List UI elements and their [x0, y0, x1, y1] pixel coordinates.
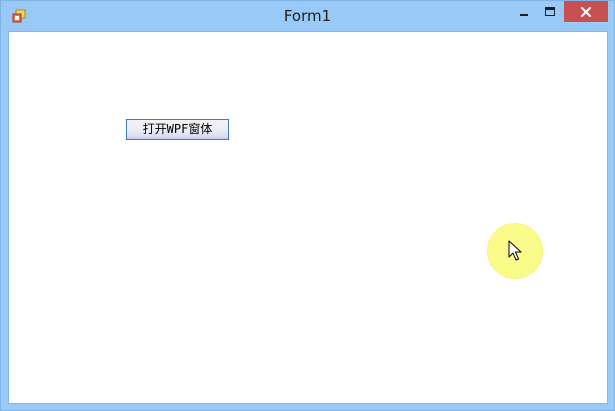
maximize-button[interactable] [537, 1, 563, 22]
title-bar[interactable]: Form1 [1, 1, 614, 31]
open-wpf-window-button[interactable]: 打开WPF窗体 [126, 119, 229, 140]
close-button[interactable] [564, 1, 608, 22]
mouse-pointer-icon [508, 240, 522, 261]
form-client-area: 打开WPF窗体 [8, 31, 608, 404]
minimize-button[interactable] [511, 1, 537, 22]
maximize-icon [545, 6, 555, 16]
app-window: Form1 打开WPF窗体 [0, 0, 615, 411]
close-icon [581, 6, 591, 17]
minimize-icon [520, 13, 528, 16]
